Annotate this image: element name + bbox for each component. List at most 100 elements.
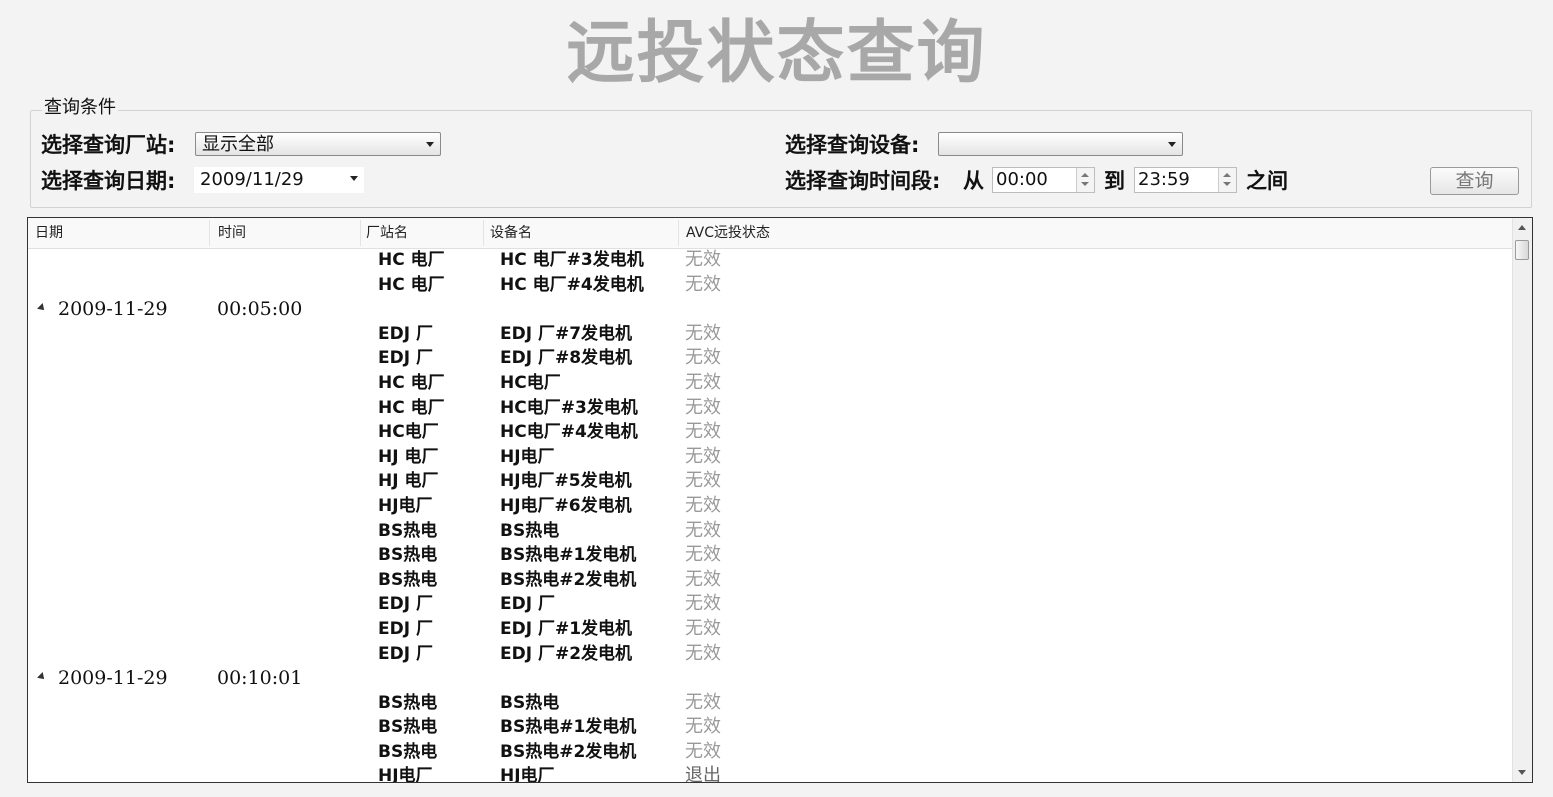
row-device: HC电厂#3发电机 <box>500 397 638 418</box>
row-time: 00:10:01 <box>217 667 303 690</box>
row-avc-status: 无效 <box>685 371 721 393</box>
scroll-up-icon[interactable] <box>1518 225 1526 230</box>
table-row[interactable]: HC 电厂 HC电厂#3发电机 无效 <box>28 396 1514 421</box>
row-device: EDJ 厂#2发电机 <box>500 643 633 664</box>
table-row[interactable]: BS热电 BS热电 无效 <box>28 691 1514 716</box>
row-time: 00:05:00 <box>217 298 303 321</box>
row-avc-status: 无效 <box>685 347 721 369</box>
row-device: HC 电厂#4发电机 <box>500 274 644 295</box>
column-divider[interactable] <box>209 220 210 246</box>
table-row[interactable]: HJ电厂 HJ电厂 退出 <box>28 764 1514 783</box>
row-avc-status: 无效 <box>685 396 721 418</box>
row-device: BS热电#2发电机 <box>500 741 637 762</box>
row-avc-status: 无效 <box>685 642 721 664</box>
row-date: 2009-11-29 <box>58 298 168 321</box>
station-select[interactable]: 显示全部 <box>195 132 441 156</box>
table-row[interactable]: BS热电 BS热电 无效 <box>28 519 1514 544</box>
device-select[interactable] <box>938 132 1183 156</box>
row-station: HJ 电厂 <box>378 446 439 467</box>
row-station: BS热电 <box>378 717 438 738</box>
row-avc-status: 无效 <box>685 716 721 738</box>
row-station: HJ电厂 <box>378 495 433 516</box>
date-picker-value: 2009/11/29 <box>200 169 304 190</box>
table-row[interactable]: EDJ 厂 EDJ 厂#8发电机 无效 <box>28 346 1514 371</box>
row-device: HC电厂#4发电机 <box>500 422 638 443</box>
column-divider[interactable] <box>483 220 484 246</box>
table-row[interactable]: BS热电 BS热电#2发电机 无效 <box>28 740 1514 765</box>
status-grid: 日期 时间 厂站名 设备名 AVC远投状态 HC 电厂 HC 电厂#3发电机 无效 H… <box>27 217 1533 783</box>
table-row[interactable]: BS热电 BS热电#2发电机 无效 <box>28 568 1514 593</box>
end-time-value: 23:59 <box>1138 169 1190 190</box>
row-device: HJ电厂 <box>500 766 555 783</box>
group-row[interactable]: 2009-11-29 00:05:00 <box>28 297 1514 322</box>
row-avc-status: 无效 <box>685 421 721 443</box>
vertical-scrollbar[interactable] <box>1512 218 1532 782</box>
row-station: EDJ 厂 <box>378 643 433 664</box>
table-row[interactable]: HJ 电厂 HJ电厂#5发电机 无效 <box>28 469 1514 494</box>
query-button[interactable]: 查询 <box>1430 167 1519 195</box>
table-row[interactable]: EDJ 厂 EDJ 厂#2发电机 无效 <box>28 642 1514 667</box>
row-avc-status: 无效 <box>685 273 721 295</box>
table-row[interactable]: BS热电 BS热电#1发电机 无效 <box>28 543 1514 568</box>
table-row[interactable]: HC 电厂 HC 电厂#4发电机 无效 <box>28 273 1514 298</box>
table-row[interactable]: EDJ 厂 EDJ 厂#1发电机 无效 <box>28 617 1514 642</box>
table-row[interactable]: HJ 电厂 HJ电厂 无效 <box>28 445 1514 470</box>
row-station: BS热电 <box>378 520 438 541</box>
scroll-down-icon[interactable] <box>1518 770 1526 775</box>
table-row[interactable]: HC 电厂 HC电厂 无效 <box>28 371 1514 396</box>
row-station: HC 电厂 <box>378 274 445 295</box>
column-divider[interactable] <box>360 220 361 246</box>
table-row[interactable]: HJ电厂 HJ电厂#6发电机 无效 <box>28 494 1514 519</box>
row-avc-status: 无效 <box>685 470 721 492</box>
row-station: BS热电 <box>378 545 438 566</box>
spin-down-icon <box>1081 182 1089 186</box>
column-header-date[interactable]: 日期 <box>35 218 63 248</box>
table-row[interactable]: BS热电 BS热电#1发电机 无效 <box>28 715 1514 740</box>
row-device: EDJ 厂#1发电机 <box>500 618 633 639</box>
collapse-triangle-icon[interactable] <box>37 303 47 314</box>
start-time-spinner[interactable]: 00:00 <box>992 167 1095 193</box>
query-conditions-group <box>30 110 1532 208</box>
end-time-spinner[interactable]: 23:59 <box>1134 167 1237 193</box>
table-row[interactable]: EDJ 厂 EDJ 厂 无效 <box>28 592 1514 617</box>
row-station: HJ 电厂 <box>378 471 439 492</box>
group-row[interactable]: 2009-11-29 00:10:01 <box>28 666 1514 691</box>
row-device: BS热电#1发电机 <box>500 545 637 566</box>
row-station: BS热电 <box>378 741 438 762</box>
row-station: HC电厂 <box>378 422 439 443</box>
spin-buttons[interactable] <box>1076 168 1094 192</box>
row-station: HC 电厂 <box>378 372 445 393</box>
row-device: EDJ 厂#8发电机 <box>500 348 633 369</box>
row-avc-status: 无效 <box>685 445 721 467</box>
row-avc-status: 无效 <box>685 691 721 713</box>
spin-down-icon <box>1223 182 1231 186</box>
table-row[interactable]: EDJ 厂 EDJ 厂#7发电机 无效 <box>28 322 1514 347</box>
spin-buttons[interactable] <box>1218 168 1236 192</box>
row-device: EDJ 厂#7发电机 <box>500 323 633 344</box>
start-time-value: 00:00 <box>996 169 1048 190</box>
page-title: 远投状态查询 <box>566 13 987 93</box>
period-label: 选择查询时间段: <box>785 169 941 193</box>
column-divider[interactable] <box>678 220 679 246</box>
row-device: HJ电厂#5发电机 <box>500 471 632 492</box>
row-device: BS热电#2发电机 <box>500 569 637 590</box>
to-label: 到 <box>1104 169 1125 193</box>
row-station: EDJ 厂 <box>378 323 433 344</box>
row-device: BS热电 <box>500 692 560 713</box>
scroll-thumb[interactable] <box>1515 240 1529 260</box>
row-device: HC 电厂#3发电机 <box>500 250 644 270</box>
row-station: HC 电厂 <box>378 397 445 418</box>
row-station: HC 电厂 <box>378 250 445 270</box>
row-avc-status: 无效 <box>685 568 721 590</box>
collapse-triangle-icon[interactable] <box>37 672 47 683</box>
column-header-station[interactable]: 厂站名 <box>366 218 408 248</box>
row-avc-status: 无效 <box>685 519 721 541</box>
table-row[interactable]: HC 电厂 HC 电厂#3发电机 无效 <box>28 248 1514 273</box>
table-row[interactable]: HC电厂 HC电厂#4发电机 无效 <box>28 420 1514 445</box>
date-picker[interactable]: 2009/11/29 <box>194 167 364 193</box>
column-header-avc-status[interactable]: AVC远投状态 <box>686 218 770 248</box>
column-header-device[interactable]: 设备名 <box>490 218 532 248</box>
date-label: 选择查询日期: <box>41 169 176 193</box>
column-header-time[interactable]: 时间 <box>218 218 246 248</box>
row-station: EDJ 厂 <box>378 348 433 369</box>
